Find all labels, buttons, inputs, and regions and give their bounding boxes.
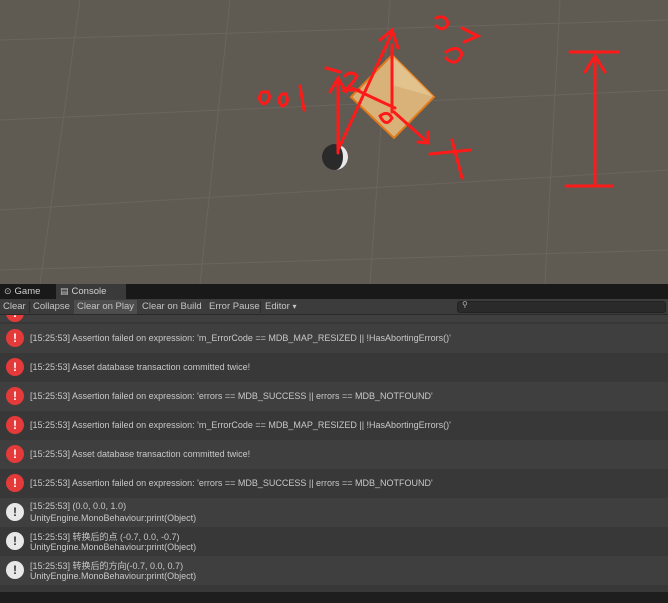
- info-icon: !: [6, 561, 24, 579]
- collapse-toggle[interactable]: Collapse: [30, 300, 73, 314]
- tab-game-label: Game: [14, 286, 41, 297]
- tab-game[interactable]: ⊙ Game: [0, 284, 54, 299]
- error-icon: !: [6, 358, 24, 376]
- chevron-down-icon: ▾: [292, 302, 297, 311]
- log-entry[interactable]: ! [15:25:53] Asset database transaction c…: [0, 440, 668, 469]
- error-pause-toggle[interactable]: Error Pause: [206, 300, 263, 314]
- error-icon: !: [6, 315, 24, 322]
- toolbar-divider: [260, 301, 261, 313]
- log-entry[interactable]: ! [15:25:53] Assertion failed on expressi…: [0, 411, 668, 440]
- log-message: [15:25:53] Assertion failed on expressio…: [30, 391, 433, 401]
- status-bar: [0, 592, 668, 603]
- clear-button[interactable]: Clear: [0, 300, 29, 314]
- editor-dropdown-label: Editor: [265, 301, 290, 312]
- console-icon: ▤: [60, 286, 69, 296]
- log-stacktrace: UnityEngine.MonoBehaviour:print(Object): [30, 513, 197, 523]
- tab-console[interactable]: ▤ Console: [56, 284, 126, 299]
- error-icon: !: [6, 416, 24, 434]
- log-message: [15:25:53] Assertion failed on expressio…: [30, 478, 433, 488]
- log-message: [15:25:53] (0.0, 0.0, 1.0): [30, 501, 127, 511]
- error-icon: !: [6, 329, 24, 347]
- log-entry[interactable]: ! [15:25:53] Assertion failed on expressi…: [0, 382, 668, 411]
- gamepad-icon: ⊙: [4, 286, 12, 296]
- log-entry[interactable]: ! [15:25:53] Asset database transaction c…: [0, 353, 668, 382]
- log-entry[interactable]: ! [15:25:53] Assertion failed on expressi…: [0, 469, 668, 498]
- error-icon: !: [6, 387, 24, 405]
- sphere-object[interactable]: [322, 144, 348, 170]
- scene-view[interactable]: [0, 0, 668, 284]
- clear-on-play-toggle[interactable]: Clear on Play: [74, 300, 138, 314]
- search-icon: ⚲: [462, 300, 468, 309]
- scene-canvas: [0, 0, 668, 284]
- console-log-list[interactable]: ! ! [15:25:53] Assertion failed on expres…: [0, 315, 668, 592]
- log-message: [15:25:53] Asset database transaction co…: [30, 449, 251, 459]
- window-tab-bar: ⊙ Game ▤ Console: [0, 284, 668, 299]
- info-icon: !: [6, 503, 24, 521]
- log-entry[interactable]: ! [15:25:53] 转换后的方向(-0.7, 0.0, 0.7) UnityE…: [0, 556, 668, 585]
- clear-on-build-toggle[interactable]: Clear on Build: [139, 300, 205, 314]
- info-icon: !: [6, 532, 24, 550]
- tab-console-label: Console: [71, 286, 107, 297]
- log-row-partial: !: [0, 315, 668, 322]
- error-icon: !: [6, 474, 24, 492]
- red-annotations: [257, 15, 620, 188]
- log-entry[interactable]: ! [15:25:53] Assertion failed on expressi…: [0, 324, 668, 353]
- log-message: [15:25:53] Assertion failed on expressio…: [30, 420, 451, 430]
- log-stacktrace: UnityEngine.MonoBehaviour:print(Object): [30, 571, 197, 581]
- log-entry[interactable]: ! [15:25:53] (0.0, 0.0, 1.0) UnityEngine.M…: [0, 498, 668, 527]
- log-entry[interactable]: ! [15:25:53] 转换后的点 (-0.7, 0.0, -0.7) Unity…: [0, 527, 668, 556]
- error-icon: !: [6, 445, 24, 463]
- search-input[interactable]: ⚲: [457, 300, 666, 313]
- editor-dropdown[interactable]: Editor ▾: [262, 300, 299, 314]
- log-message: [15:25:53] Asset database transaction co…: [30, 362, 251, 372]
- scene-grid: [0, 0, 668, 284]
- console-toolbar: Clear Collapse Clear on Play Clear on Bu…: [0, 299, 668, 315]
- log-message: [15:25:53] Assertion failed on expressio…: [30, 333, 451, 343]
- log-stacktrace: UnityEngine.MonoBehaviour:print(Object): [30, 542, 197, 552]
